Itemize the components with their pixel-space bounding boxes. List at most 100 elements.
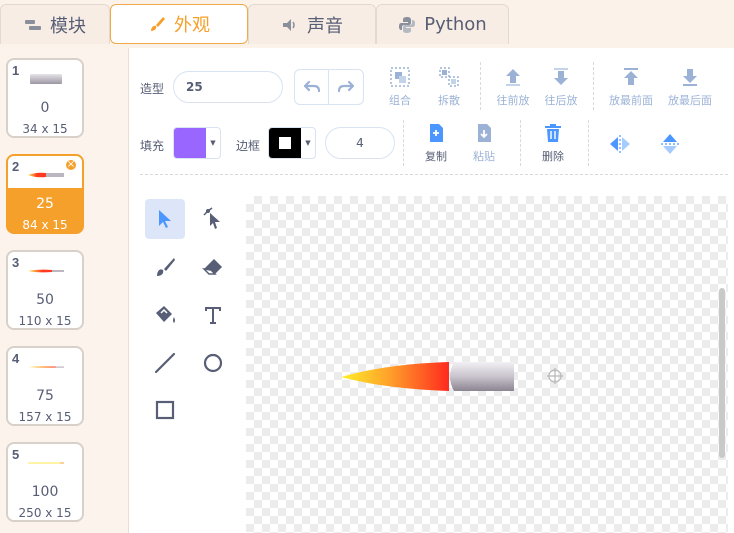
paste-label: 粘贴: [473, 150, 495, 163]
bring-to-front-icon: [624, 68, 638, 85]
outline-width-input[interactable]: [325, 127, 395, 159]
front-button[interactable]: 放最前面: [604, 66, 658, 108]
costume-item[interactable]: 3 50 110 x 15: [6, 250, 84, 330]
group-button[interactable]: 组合: [382, 66, 418, 108]
costume-index: 1: [12, 63, 20, 78]
python-icon: [399, 16, 416, 33]
undo-icon: [303, 80, 320, 93]
editor-tab-bar: 模块 外观 声音 Python: [0, 0, 734, 48]
ungroup-icon: [439, 67, 459, 87]
outline-color-swatch: [269, 128, 301, 158]
costume-name: 0: [40, 100, 50, 116]
vertical-scrollbar[interactable]: [719, 288, 725, 458]
front-label: 放最前面: [609, 94, 653, 107]
tab-python[interactable]: Python: [376, 4, 509, 44]
costume-item[interactable]: 1 0 34 x 15: [6, 58, 84, 138]
forward-button[interactable]: 往前放: [492, 66, 534, 108]
back-label: 放最后面: [668, 94, 712, 107]
undo-button[interactable]: [295, 70, 329, 104]
flip-vertical-icon: [661, 134, 679, 154]
costume-name: 25: [36, 196, 54, 212]
rectangle-tool[interactable]: [145, 390, 185, 430]
back-button[interactable]: 放最后面: [663, 66, 717, 108]
tab-label: 模块: [50, 15, 86, 37]
costume-name: 75: [36, 388, 54, 404]
rotation-center-icon: [547, 368, 563, 384]
costume-thumbnail: [28, 269, 64, 273]
costume-index: 5: [12, 447, 20, 462]
tab-costumes[interactable]: 外观: [110, 4, 248, 44]
costume-size: 34 x 15: [22, 122, 68, 136]
blocks-icon: [25, 19, 41, 30]
delete-label: 删除: [542, 150, 564, 163]
trash-icon: [545, 124, 561, 142]
costume-size: 110 x 15: [18, 314, 72, 328]
copy-button[interactable]: 复制: [420, 122, 452, 164]
fill-color-swatch: [174, 128, 206, 158]
circle-icon: [203, 353, 223, 373]
costume-thumbnail: [28, 462, 64, 464]
brush-tool[interactable]: [145, 247, 185, 287]
rectangle-icon: [155, 400, 175, 420]
tab-label: Python: [424, 14, 487, 35]
costume-size: 250 x 15: [18, 506, 72, 520]
reshape-pointer-icon: [203, 207, 220, 229]
costume-size: 84 x 15: [22, 218, 68, 232]
reshape-tool[interactable]: [193, 199, 233, 239]
redo-icon: [338, 80, 354, 93]
paste-button[interactable]: 粘贴: [468, 122, 500, 164]
fill-color-picker[interactable]: ▼: [173, 127, 221, 159]
costume-item[interactable]: 2 × 25 84 x 15: [6, 154, 84, 234]
sprite-drawing: [341, 362, 514, 391]
group-label: 组合: [389, 94, 411, 107]
outline-color-picker[interactable]: ▼: [268, 127, 316, 159]
line-tool[interactable]: [145, 343, 185, 383]
costume-name: 50: [36, 292, 54, 308]
eraser-tool[interactable]: [193, 247, 233, 287]
fill-label: 填充: [140, 139, 165, 153]
outline-label: 边框: [236, 139, 261, 153]
tab-blocks[interactable]: 模块: [0, 4, 110, 44]
ungroup-button[interactable]: 拆散: [431, 66, 467, 108]
paste-icon: [478, 124, 491, 142]
redo-button[interactable]: [329, 70, 363, 104]
costume-index: 3: [12, 255, 20, 270]
speaker-icon: [283, 18, 295, 31]
costume-item[interactable]: 4 75 157 x 15: [6, 346, 84, 426]
delete-button[interactable]: 删除: [535, 122, 571, 164]
flip-horizontal-button[interactable]: [608, 132, 632, 156]
undo-redo-group: [294, 69, 364, 105]
costume-list: 1 0 34 x 15 2 × 25 84 x 15 3 50 110 x 15…: [0, 48, 129, 533]
group-icon: [390, 67, 410, 87]
text-tool[interactable]: [193, 295, 233, 335]
copy-label: 复制: [425, 150, 447, 163]
delete-costume-icon[interactable]: ×: [64, 158, 78, 172]
backward-button[interactable]: 往后放: [540, 66, 582, 108]
arrow-pointer-icon: [159, 210, 171, 228]
costume-item[interactable]: 5 100 250 x 15: [6, 442, 84, 522]
forward-label: 往前放: [496, 94, 530, 107]
costume-name-label: 造型: [140, 82, 165, 96]
costume-name: 100: [31, 484, 59, 500]
circle-tool[interactable]: [193, 343, 233, 383]
drawing-canvas[interactable]: [246, 196, 728, 533]
paint-bucket-icon: [156, 306, 175, 323]
paint-editor: 造型 组合 拆散 往前放 往后放 放最前面 放最后面 填充 ▼: [130, 48, 734, 533]
tab-label: 外观: [174, 15, 210, 36]
costume-index: 4: [12, 351, 20, 366]
line-icon: [154, 352, 176, 374]
select-tool[interactable]: [145, 199, 185, 239]
tab-sounds[interactable]: 声音: [248, 4, 376, 44]
flip-vertical-button[interactable]: [658, 132, 682, 156]
fill-tool[interactable]: [145, 295, 185, 335]
costume-thumbnail: [30, 74, 62, 84]
send-to-back-icon: [683, 69, 697, 86]
costume-index: 2: [12, 159, 20, 174]
costume-name-input[interactable]: [173, 71, 283, 103]
backward-icon: [554, 68, 568, 85]
eraser-icon: [202, 259, 222, 275]
flame-trail: [341, 362, 449, 391]
tab-label: 声音: [307, 15, 343, 37]
forward-icon: [506, 69, 520, 86]
text-t-icon: [205, 307, 221, 324]
